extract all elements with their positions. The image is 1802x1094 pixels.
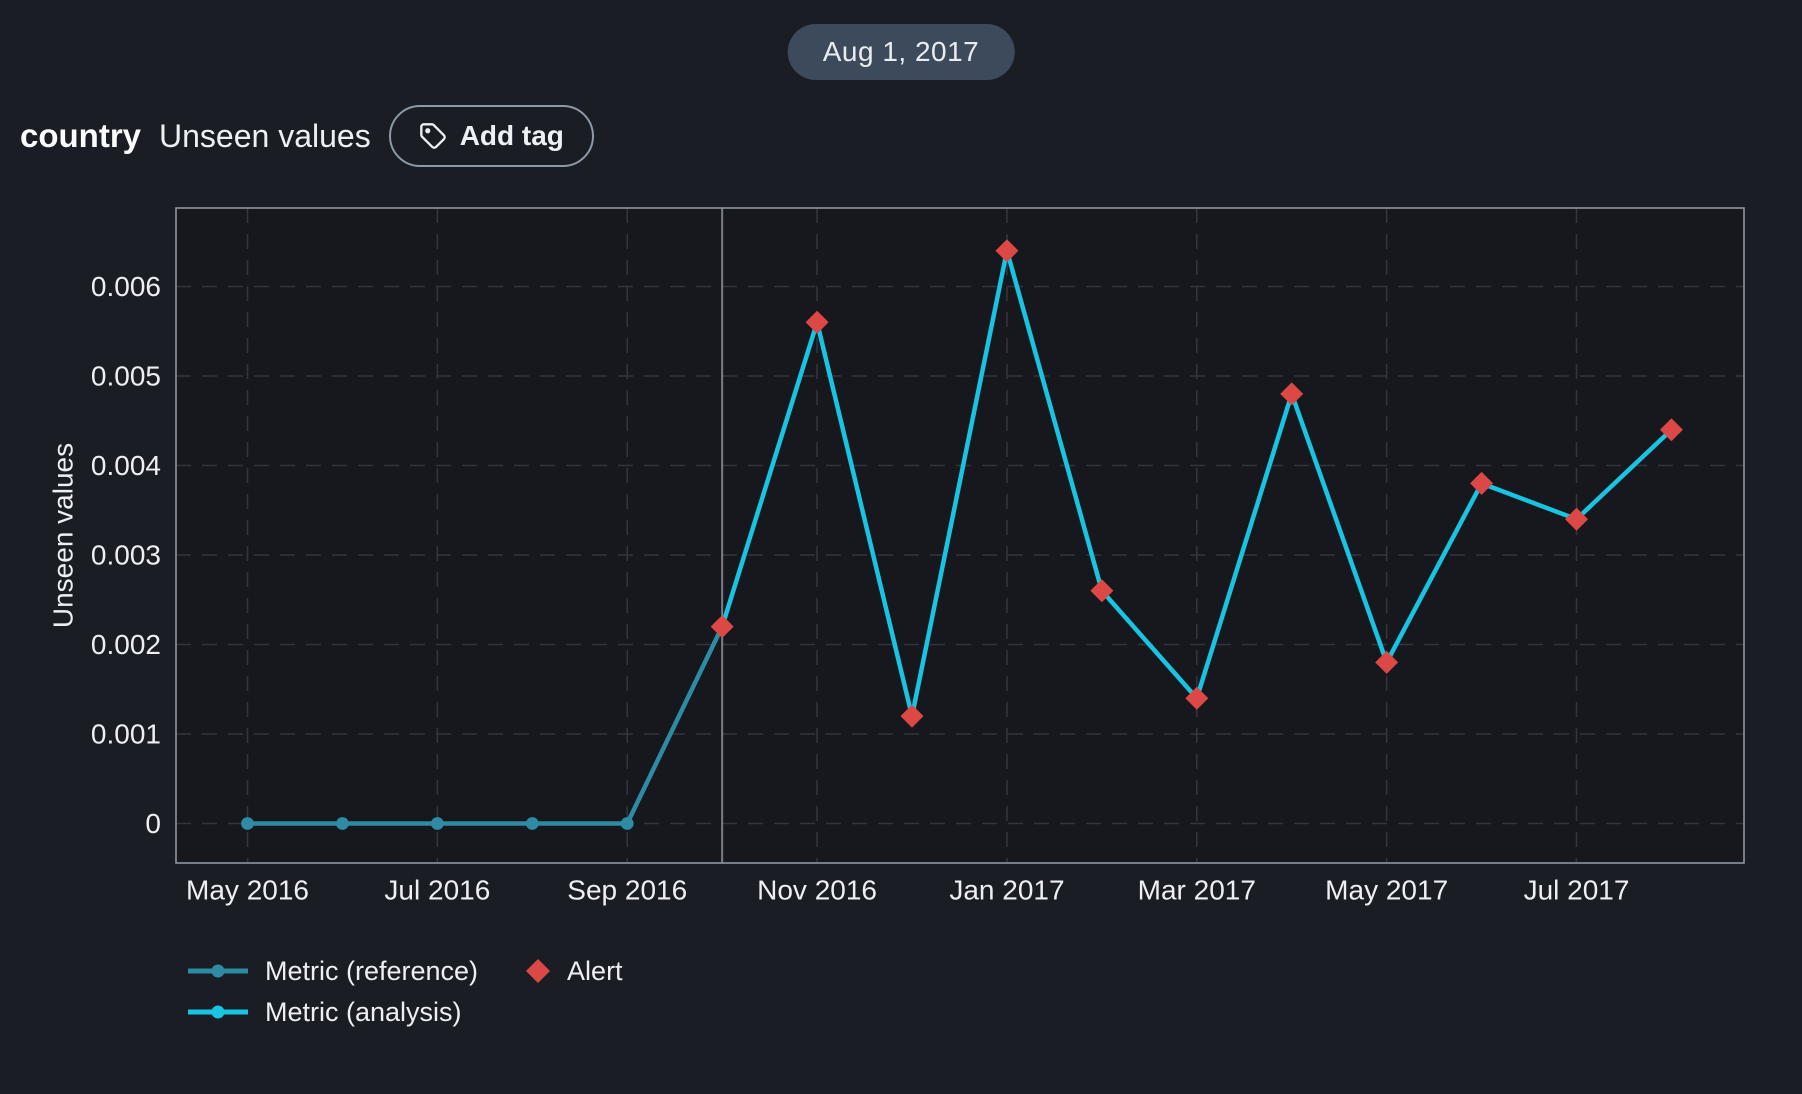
- reference-line-marker: [186, 961, 250, 981]
- y-tick-label: 0.003: [91, 540, 161, 571]
- unseen-values-chart: 0 0.001 0.002 0.003 0.004 0.005 0.006 May 2016 J…: [0, 0, 1802, 1094]
- x-tick-label: Jul 2017: [1524, 875, 1630, 906]
- x-tick-label: Jul 2016: [384, 875, 490, 906]
- x-tick-label: Sep 2016: [567, 875, 687, 906]
- reference-point: [336, 817, 349, 830]
- legend-label-alert: Alert: [567, 956, 623, 987]
- y-tick-label: 0.001: [91, 719, 161, 750]
- x-tick-label: Mar 2017: [1138, 875, 1256, 906]
- reference-point: [241, 817, 254, 830]
- analysis-line-marker: [186, 1002, 250, 1022]
- legend-item-alert[interactable]: Alert: [524, 956, 623, 986]
- legend-label-analysis: Metric (analysis): [265, 997, 462, 1028]
- legend-label-reference: Metric (reference): [265, 956, 478, 987]
- reference-point: [621, 817, 634, 830]
- reference-point: [431, 817, 444, 830]
- alert-diamond-marker: [524, 957, 552, 985]
- x-tick-label: Nov 2016: [757, 875, 877, 906]
- x-tick-label: May 2016: [186, 875, 309, 906]
- x-tick-label: Jan 2017: [949, 875, 1064, 906]
- reference-point: [526, 817, 539, 830]
- x-tick-label: May 2017: [1325, 875, 1448, 906]
- y-tick-label: 0: [145, 808, 161, 839]
- legend-metric-column: Metric (reference) Metric (analysis): [186, 956, 478, 1027]
- plot-area[interactable]: [176, 208, 1744, 863]
- y-tick-label: 0.006: [91, 271, 161, 302]
- y-tick-label: 0.002: [91, 629, 161, 660]
- legend-item-analysis[interactable]: Metric (analysis): [186, 997, 478, 1027]
- legend-item-reference[interactable]: Metric (reference): [186, 956, 478, 986]
- y-axis-title: Unseen values: [48, 443, 79, 628]
- y-tick-label: 0.004: [91, 450, 161, 481]
- chart-legend: Metric (reference) Metric (analysis) Ale…: [186, 956, 623, 1027]
- y-tick-label: 0.005: [91, 361, 161, 392]
